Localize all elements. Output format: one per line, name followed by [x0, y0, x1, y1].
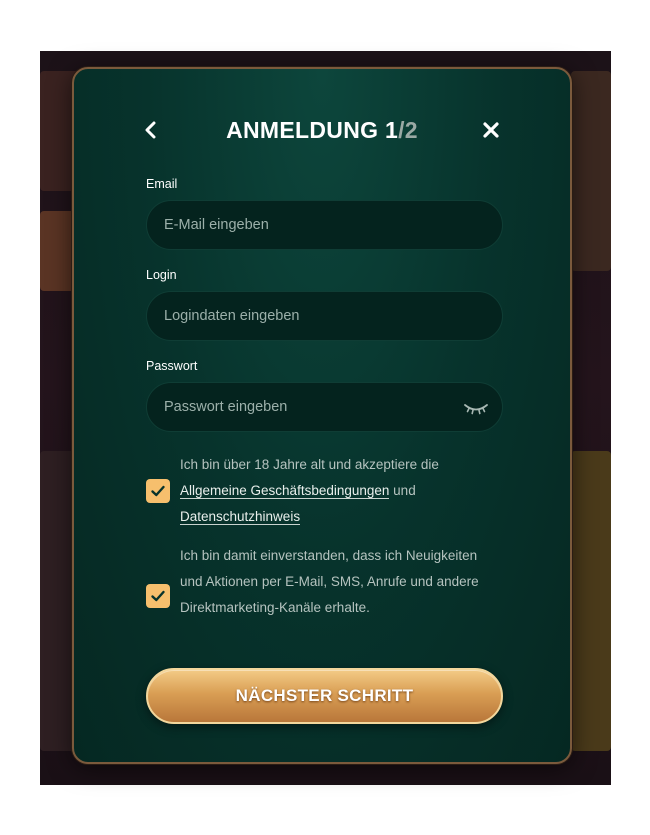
login-input[interactable]	[147, 292, 502, 340]
title-separator: /	[398, 117, 405, 143]
age-consent-text: Ich bin über 18 Jahre alt und akzeptiere…	[180, 452, 500, 530]
title-step-total: 2	[404, 117, 418, 143]
privacy-link[interactable]: Datenschutzhinweis	[180, 509, 301, 525]
marketing-consent-checkbox[interactable]	[146, 584, 170, 608]
login-label: Login	[146, 268, 177, 282]
title-main: ANMELDUNG 1	[226, 117, 399, 143]
email-label: Email	[146, 177, 178, 191]
modal-header: ANMELDUNG 1/2	[74, 115, 570, 145]
close-icon	[483, 122, 499, 138]
next-step-button[interactable]: NÄCHSTER SCHRITT	[146, 668, 503, 724]
email-input[interactable]	[147, 201, 502, 249]
eye-closed-icon	[464, 404, 488, 415]
background-art	[571, 71, 611, 271]
login-field-wrapper	[146, 291, 503, 341]
age-consent-intro: Ich bin über 18 Jahre alt und akzeptiere…	[180, 457, 439, 472]
password-visibility-toggle[interactable]	[462, 396, 490, 420]
password-field-wrapper	[146, 382, 503, 432]
registration-modal: ANMELDUNG 1/2 Email Login Passwort	[72, 67, 572, 764]
checkmark-icon	[151, 590, 165, 602]
email-field-wrapper	[146, 200, 503, 250]
password-label: Passwort	[146, 359, 198, 373]
close-button[interactable]	[476, 115, 506, 145]
age-consent-checkbox[interactable]	[146, 479, 170, 503]
marketing-consent: Ich bin damit einverstanden, dass ich Ne…	[146, 543, 503, 647]
terms-link[interactable]: Allgemeine Geschäftsbedingungen	[180, 483, 390, 499]
background-art	[571, 451, 611, 751]
marketing-consent-text: Ich bin damit einverstanden, dass ich Ne…	[180, 548, 479, 615]
age-consent: Ich bin über 18 Jahre alt und akzeptiere…	[146, 452, 503, 530]
age-consent-connector: und	[393, 483, 416, 498]
checkmark-icon	[151, 485, 165, 497]
password-input[interactable]	[147, 383, 502, 431]
